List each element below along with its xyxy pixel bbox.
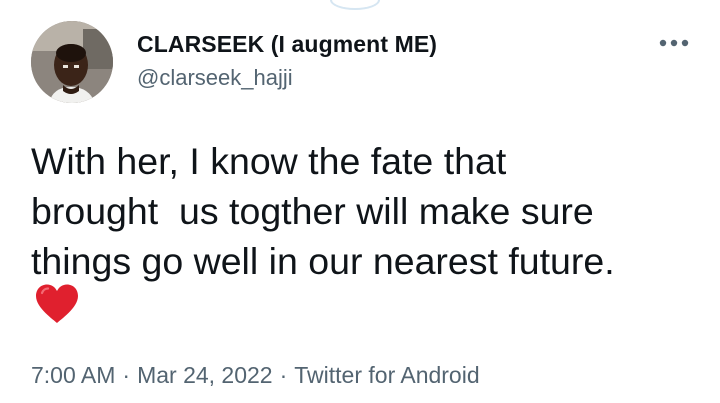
more-horizontal-icon: [659, 39, 689, 47]
tweet-card: CLARSEEK (I augment ME) @clarseek_hajji …: [0, 0, 720, 403]
user-handle[interactable]: @clarseek_hajji: [137, 65, 293, 91]
top-partial-indicator: [330, 0, 380, 10]
red-heart-icon: [36, 284, 78, 323]
separator: ·: [279, 362, 288, 388]
tweet-date[interactable]: Mar 24, 2022: [137, 362, 273, 388]
display-name[interactable]: CLARSEEK (I augment ME): [137, 31, 437, 58]
more-options-button[interactable]: [655, 30, 693, 56]
tweet-source[interactable]: Twitter for Android: [294, 362, 479, 388]
avatar[interactable]: [31, 21, 113, 103]
tweet-text: With her, I know the fate that brought u…: [31, 140, 615, 282]
tweet-time[interactable]: 7:00 AM: [31, 362, 115, 388]
avatar-photo: [31, 21, 113, 103]
tweet-metadata: 7:00 AM · Mar 24, 2022 · Twitter for Android: [31, 362, 480, 389]
separator: ·: [122, 362, 131, 388]
